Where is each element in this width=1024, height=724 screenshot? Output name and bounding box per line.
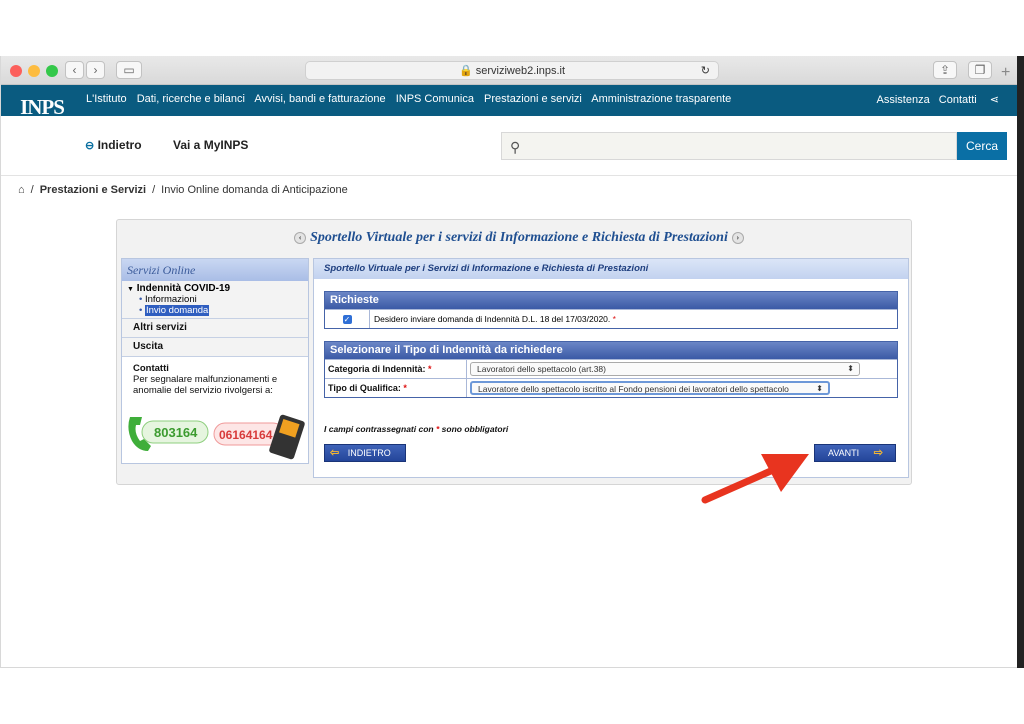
obbligatori-prefix: I campi contrassegnati con <box>324 424 434 434</box>
portal-title-text: Sportello Virtuale per i servizi di Info… <box>310 230 728 245</box>
portal-container: ‹ Sportello Virtuale per i servizi di Inf… <box>116 219 912 485</box>
bullet-icon: • <box>139 294 143 305</box>
nav-link-avvisi[interactable]: Avvisi, bandi e fatturazione <box>254 93 385 105</box>
required-mark: * <box>612 314 616 324</box>
richieste-title: Richieste <box>325 292 897 309</box>
required-mark: * <box>428 364 432 374</box>
required-mark: * <box>435 424 440 434</box>
sidebar-contatti: Contatti Per segnalare malfunzionamenti … <box>122 357 308 402</box>
sidebar-item-informazioni[interactable]: Informazioni <box>145 294 197 305</box>
forward-arrow-icon[interactable]: › <box>86 61 105 79</box>
phone-green-number: 803164 <box>154 425 198 440</box>
nav-link-comunica[interactable]: INPS Comunica <box>396 93 474 105</box>
richieste-section: Richieste ✓ Desidero inviare domanda di … <box>324 291 898 329</box>
contatti-link[interactable]: Contatti <box>939 94 977 106</box>
avanti-button-label: AVANTI <box>828 448 860 458</box>
qualifica-value: Lavoratore dello spettacolo iscritto al … <box>478 384 789 394</box>
indietro-link[interactable]: ⊖ Indietro <box>85 138 142 152</box>
search-input[interactable]: ⚲ <box>501 132 957 160</box>
expand-triangle-icon[interactable]: ▼ <box>127 286 134 293</box>
browser-titlebar: ‹ › ▭ 🔒 serviziweb2.inps.it ↻ ⇪ ❐ + <box>1 56 1017 85</box>
phone-red-number: 06164164 <box>219 428 273 442</box>
minimize-window-button[interactable] <box>28 65 40 77</box>
lock-icon: 🔒 <box>458 65 473 77</box>
browser-window: ‹ › ▭ 🔒 serviziweb2.inps.it ↻ ⇪ ❐ + INPS… <box>0 56 1024 668</box>
close-window-button[interactable] <box>10 65 22 77</box>
nav-right: Assistenza Contatti ⋖ <box>871 93 999 106</box>
nav-link-prestazioni[interactable]: Prestazioni e servizi <box>484 93 582 105</box>
avanti-button[interactable]: AVANTI ⇨ <box>814 444 896 462</box>
circle-arrow-left-icon: ⊖ <box>85 140 95 152</box>
indietro-button[interactable]: ⇦ INDIETRO <box>324 444 406 462</box>
bullet-icon: • <box>139 305 143 316</box>
select-arrows-icon: ⬍ <box>847 364 854 373</box>
tipo-indennita-title: Selezionare il Tipo di Indennità da rich… <box>325 342 897 359</box>
indietro-label: Indietro <box>97 138 142 152</box>
sidebar-toggle-icon[interactable]: ▭ <box>116 61 142 79</box>
next-circle-icon[interactable]: › <box>731 231 744 244</box>
sidebar-title: Servizi Online <box>122 259 308 281</box>
qualifica-select[interactable]: Lavoratore dello spettacolo iscritto al … <box>470 381 830 395</box>
back-arrow-icon[interactable]: ‹ <box>65 61 84 79</box>
contatti-title: Contatti <box>133 363 169 374</box>
nav-link-istituto[interactable]: L'Istituto <box>86 93 127 105</box>
main-panel: Sportello Virtuale per i Servizi di Info… <box>313 258 909 478</box>
assistenza-link[interactable]: Assistenza <box>877 94 930 106</box>
required-mark: * <box>403 383 407 393</box>
vai-myinps-link[interactable]: Vai a MyINPS <box>173 138 248 152</box>
portal-title: ‹ Sportello Virtuale per i servizi di Inf… <box>259 230 779 246</box>
new-tab-icon[interactable]: + <box>1001 64 1010 82</box>
red-pointer-arrow-icon <box>701 454 809 504</box>
obbligatori-suffix: sono obbligatori <box>441 424 509 434</box>
address-bar[interactable]: 🔒 serviziweb2.inps.it ↻ <box>305 61 719 80</box>
breadcrumb-current: Invio Online domanda di Anticipazione <box>161 184 348 196</box>
arrow-left-icon: ⇦ <box>330 447 340 459</box>
share-nodes-icon[interactable]: ⋖ <box>990 94 999 106</box>
richieste-checkbox[interactable]: ✓ <box>342 314 352 324</box>
categoria-value: Lavoratori dello spettacolo (art.38) <box>477 364 606 374</box>
sidebar-servizi-online: Servizi Online ▼ Indennità COVID-19 • In… <box>121 258 309 464</box>
share-icon[interactable]: ⇪ <box>933 61 957 79</box>
sidebar-item-invio-domanda[interactable]: Invio domanda <box>144 305 210 316</box>
zoom-window-button[interactable] <box>46 65 58 77</box>
page: ‹ › ▭ 🔒 serviziweb2.inps.it ↻ ⇪ ❐ + INPS… <box>0 0 1024 724</box>
arrow-right-icon: ⇨ <box>873 447 883 459</box>
url-text: serviziweb2.inps.it <box>475 65 566 77</box>
contatti-text: Per segnalare malfunzionamenti e anomali… <box>133 374 278 396</box>
tipo-indennita-section: Selezionare il Tipo di Indennità da rich… <box>324 341 898 398</box>
sidebar-item-altri-servizi[interactable]: Altri servizi <box>122 319 308 338</box>
main-nav-links: L'Istituto Dati, ricerche e bilanci Avvi… <box>86 93 738 105</box>
indietro-button-label: INDIETRO <box>347 448 391 458</box>
categoria-label: Categoria di Indennità: <box>328 364 426 374</box>
cerca-button[interactable]: Cerca <box>957 132 1007 160</box>
sidebar-item-uscita[interactable]: Uscita <box>122 338 308 357</box>
categoria-select[interactable]: Lavoratori dello spettacolo (art.38) ⬍ <box>470 362 860 376</box>
sidebar-covid-title[interactable]: Indennità COVID-19 <box>137 283 230 294</box>
tabs-icon[interactable]: ❐ <box>968 61 992 79</box>
search-icon: ⚲ <box>510 139 521 155</box>
nav-link-dati[interactable]: Dati, ricerche e bilanci <box>137 93 245 105</box>
obbligatori-note: I campi contrassegnati con * sono obblig… <box>324 424 508 434</box>
breadcrumb-prestazioni[interactable]: Prestazioni e Servizi <box>40 184 146 196</box>
richieste-checkbox-label: Desidero inviare domanda di Indennità D.… <box>374 314 611 324</box>
select-arrows-icon: ⬍ <box>816 384 823 393</box>
qualifica-label: Tipo di Qualifica: <box>328 383 401 393</box>
contact-phones: 803164 06164164 <box>126 411 306 461</box>
main-panel-title: Sportello Virtuale per i Servizi di Info… <box>314 259 908 279</box>
prev-circle-icon[interactable]: ‹ <box>294 231 307 244</box>
nav-link-trasparente[interactable]: Amministrazione trasparente <box>591 93 731 105</box>
sidebar-covid-section: ▼ Indennità COVID-19 • Informazioni • In… <box>122 281 308 319</box>
window-edge <box>1017 56 1024 668</box>
home-icon[interactable]: ⌂ <box>18 184 25 196</box>
breadcrumb: ⌂ / Prestazioni e Servizi / Invio Online dom… <box>18 184 348 196</box>
reload-icon[interactable]: ↻ <box>701 62 710 80</box>
